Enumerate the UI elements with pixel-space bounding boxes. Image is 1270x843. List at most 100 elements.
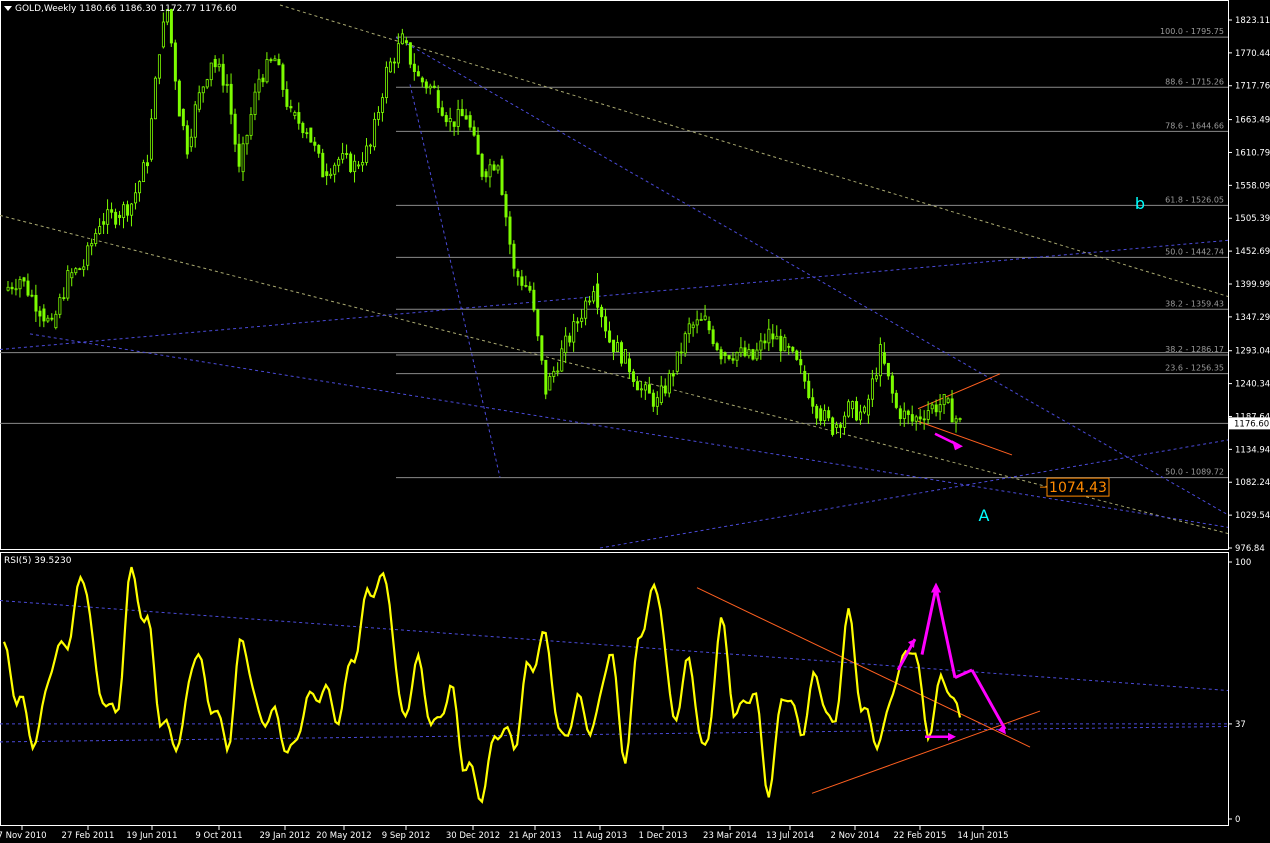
candle-body [512,243,516,269]
candle-body [655,397,659,407]
candle-body [62,297,66,299]
candle-body [134,192,138,204]
candle-body [707,321,711,331]
candle-body [381,97,385,113]
candle-body [444,115,448,123]
candle-body [169,9,173,44]
candle-body [22,277,26,282]
candle-body [568,335,572,343]
price-tick-label: 1610.79 [1235,148,1270,158]
candle-body [213,58,217,68]
candle-body [687,323,691,335]
date-tick-label: 22 Feb 2015 [894,831,947,841]
candle-body [436,90,440,109]
candle-body [807,380,811,399]
candle-body [464,115,468,120]
candle-body [759,340,763,351]
candle-body [755,349,759,360]
candle-body [420,77,424,83]
date-tick-label: 13 Jul 2014 [766,831,814,841]
candle-body [783,336,787,352]
candle-body [357,164,361,167]
candle-body [799,359,803,366]
rsi-tick-label: 100 [1235,558,1251,568]
candle-body [66,270,70,299]
rsi-label: RSI(5) 39.5230 [4,556,72,566]
candle-body [775,335,779,340]
candle-body [727,355,731,360]
candle-body [153,77,157,120]
candle-body [241,143,245,173]
candle-body [791,346,795,352]
candle-body [771,333,775,340]
price-tick-label: 1347.29 [1235,313,1270,323]
candle-body [377,111,381,120]
chart-header: GOLD,Weekly 1180.66 1186.30 1172.77 1176… [4,4,237,14]
candle-body [620,342,624,364]
candle-body [604,316,608,332]
price-tick-label: 1663.49 [1235,116,1270,126]
fib-label: 50.0 - 1442.74 [1165,247,1224,256]
candle-body [552,370,556,377]
chart-canvas[interactable]: 100.0 - 1795.75 88.6 - 1715.26 78.6 - 1644… [0,0,1270,843]
candle-body [404,40,408,44]
candle-body [560,348,564,372]
candle-body [556,370,560,373]
fib-label: 88.6 - 1715.26 [1165,77,1224,86]
candle-body [361,162,365,166]
candle-body [400,33,404,45]
candle-body [392,61,396,64]
rsi-tick-label: 37 [1235,720,1246,730]
candle-body [289,106,293,109]
candle-body [926,410,930,420]
fib-label: 61.8 - 1526.05 [1165,195,1224,204]
candle-body [500,158,504,195]
candle-body [42,308,46,322]
candle-body [699,319,703,321]
candle-body [46,317,50,322]
candle-body [448,118,452,123]
candle-body [532,289,536,311]
candle-body [866,398,870,416]
candle-body [747,349,751,357]
candle-body [946,398,950,403]
candle-body [177,80,181,117]
candle-body [54,313,58,329]
candle-body [731,358,735,361]
candle-body [325,171,329,176]
candle-body [38,310,42,317]
candle-body [281,64,285,90]
candle-body [878,344,882,377]
candle-body [432,85,436,88]
candle-body [412,63,416,73]
candle-body [795,350,799,360]
price-tick-label: 1823.11 [1235,16,1270,26]
candle-body [217,63,221,68]
candle-body [767,328,771,344]
candle-body [388,61,392,73]
candle-body [954,418,958,423]
dropdown-triangle-icon[interactable] [4,6,12,11]
candle-body [30,294,34,297]
candle-body [408,42,412,65]
ohlc-values: 1180.66 1186.30 1172.77 1176.60 [79,4,237,14]
candle-body [305,132,309,135]
candle-body [309,127,313,143]
date-tick-label: 29 Jan 2012 [260,831,311,841]
symbol-label: GOLD,Weekly [15,4,77,14]
candle-body [157,54,161,79]
candle-body [528,285,532,291]
candle-body [253,91,257,115]
candle-body [516,271,520,278]
candle-body [18,279,22,290]
price-box-label: 1074.43 [1049,480,1107,496]
candle-body [898,408,902,420]
candle-body [114,211,118,225]
candle-body [6,286,10,291]
candle-body [122,204,126,218]
last-price-label: 1176.60 [1234,419,1269,429]
rsi-header: RSI(5) 39.5230 [4,556,71,566]
candle-body [221,63,225,86]
candle-body [197,92,201,110]
date-tick-label: 27 Feb 2011 [62,831,115,841]
